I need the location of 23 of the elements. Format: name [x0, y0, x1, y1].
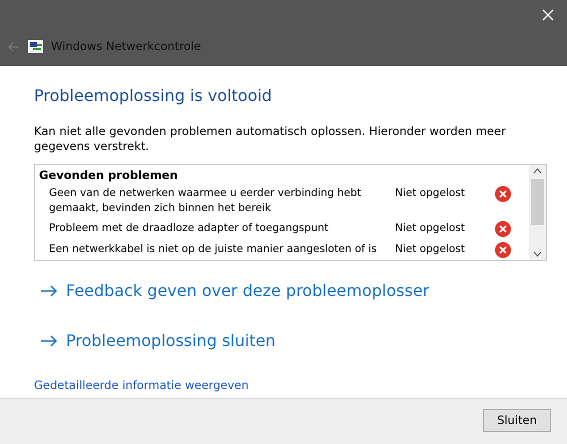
scroll-thumb[interactable]: [531, 179, 544, 225]
details-link[interactable]: Gedetailleerde informatie weergeven: [34, 377, 249, 394]
problem-text: Een netwerkkabel is niet op de juiste manier aangesloten of is: [49, 242, 378, 258]
action-link[interactable]: Probleemoplossing sluiten: [40, 329, 276, 353]
scrollbar[interactable]: [529, 165, 546, 260]
problem-text: Geen van de netwerken waarmee u eerder verbinding hebt gemaakt, bevinden zich binnen het bereik: [49, 186, 362, 216]
error-icon: [495, 186, 511, 202]
close-button[interactable]: Sluiten: [483, 409, 551, 432]
arrow-icon: [40, 335, 58, 347]
section-title: Gevonden problemen: [39, 167, 179, 184]
network-app-icon: [28, 40, 43, 54]
status-text: Niet opgelost: [395, 221, 466, 236]
error-icon: [495, 221, 511, 238]
error-icon: [495, 242, 511, 258]
status-text: Niet opgelost: [395, 242, 466, 258]
window-title: Windows Netwerkcontrole: [51, 38, 201, 55]
arrow-icon: [40, 285, 58, 297]
problem-text: Probleem met de draadloze adapter of toegangspunt: [49, 221, 330, 236]
description-text: Kan niet alle gevonden problemen automatisch oplossen. Hieronder worden meer gegevens verstrekt.: [34, 124, 507, 154]
heading: Probleemoplossing is voltooid: [34, 85, 273, 107]
action-link[interactable]: Feedback geven over deze probleemoplosser: [40, 279, 430, 303]
status-text: Niet opgelost: [395, 186, 466, 202]
close-icon[interactable]: [541, 8, 555, 22]
